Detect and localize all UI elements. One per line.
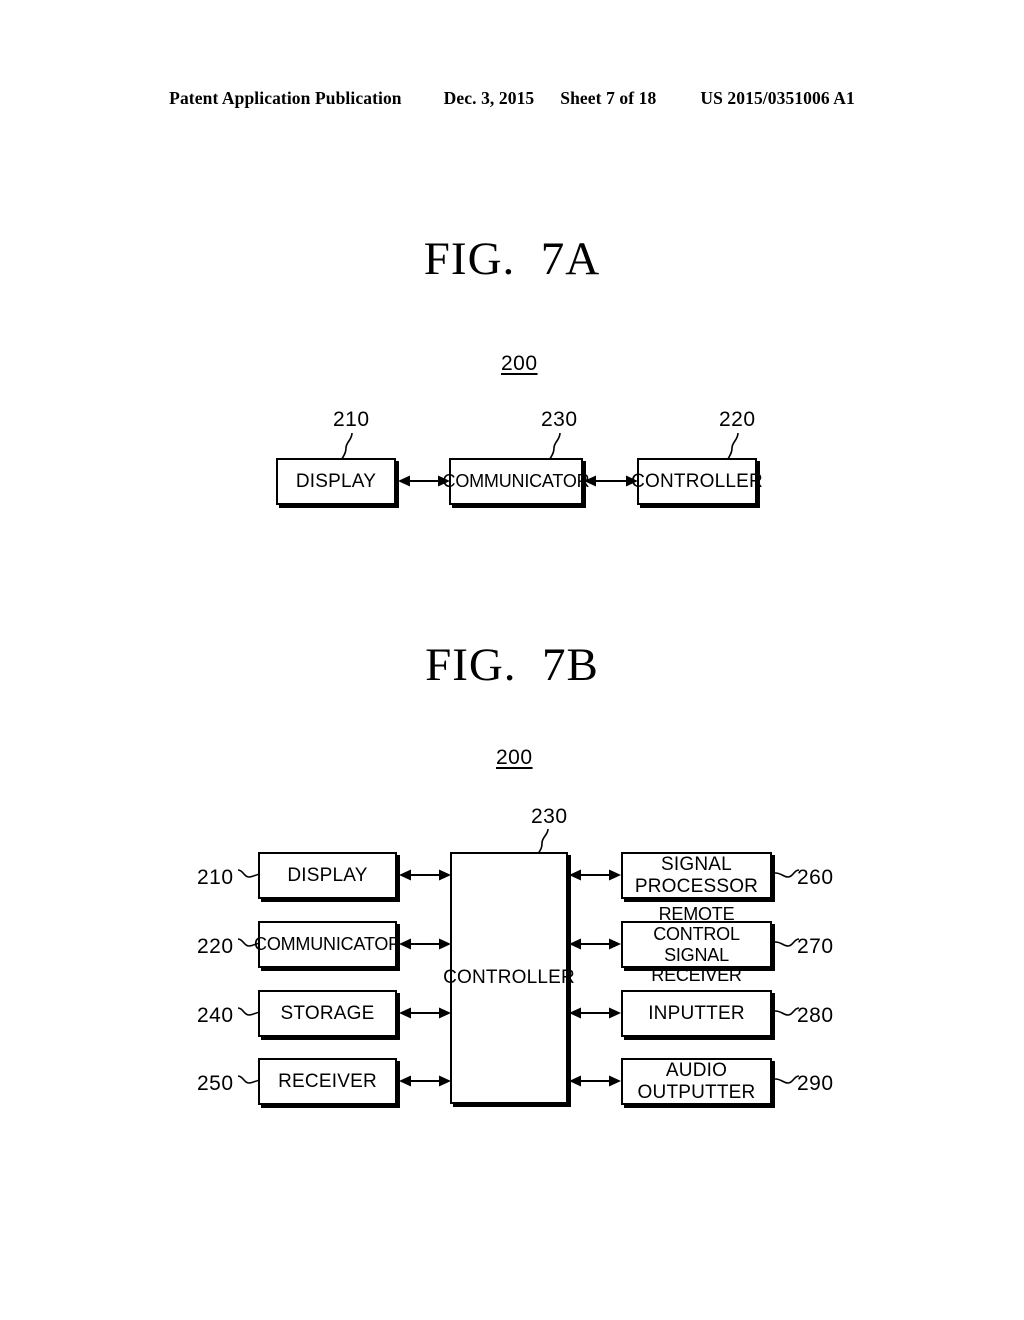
fig7a-block-controller[interactable]: CONTROLLER xyxy=(631,458,763,505)
fig7b-block-signal-processor[interactable]: SIGNAL PROCESSOR xyxy=(621,852,772,899)
header-sheet: Sheet 7 of 18 xyxy=(560,88,657,108)
figure-7a-title: FIG. 7A xyxy=(423,233,601,285)
fig7b-block-remote-control-signal-receiver[interactable]: REMOTE CONTROL SIGNAL RECEIVER xyxy=(621,904,772,985)
fig7b-arrow-controller-inputter xyxy=(569,1007,621,1019)
fig7b-system-ref-200: 200 xyxy=(496,746,533,769)
fig7b-block-display[interactable]: DISPLAY xyxy=(258,852,397,899)
fig7a-system-ref-200: 200 xyxy=(501,352,538,375)
fig7b-block-storage[interactable]: STORAGE xyxy=(258,990,397,1037)
fig7b-ref-220: 220 xyxy=(197,935,234,958)
fig7b-ref-250: 250 xyxy=(197,1072,234,1095)
fig7b-ref-210: 210 xyxy=(197,866,234,889)
figure-7b-title: FIG. 7B xyxy=(425,639,599,691)
fig7b-block-communicator[interactable]: COMMUNICATOR xyxy=(254,921,401,968)
fig7b-arrow-controller-signal-processor xyxy=(569,869,621,881)
fig7a-block-communicator[interactable]: COMMUNICATOR xyxy=(443,458,590,505)
fig7b-ref-240: 240 xyxy=(197,1004,234,1027)
fig7b-leader-230 xyxy=(537,828,549,855)
header-date: Dec. 3, 2015 xyxy=(443,88,535,108)
fig7b-ref-260: 260 xyxy=(797,866,834,889)
fig7b-arrow-receiver-controller xyxy=(399,1075,451,1087)
fig7b-arrow-display-controller xyxy=(399,869,451,881)
fig7b-block-audio-outputter[interactable]: AUDIO OUTPUTTER xyxy=(621,1058,772,1105)
header-patent-number: US 2015/0351006 A1 xyxy=(700,88,855,108)
fig7b-block-receiver[interactable]: RECEIVER xyxy=(258,1058,397,1105)
fig7b-arrow-controller-remote-control-signal-receiver xyxy=(569,938,621,950)
fig7a-arrow-communicator-controller xyxy=(584,475,638,487)
fig7b-ref-270: 270 xyxy=(797,935,834,958)
fig7a-arrow-display-communicator xyxy=(398,475,450,487)
header-publication: Patent Application Publication xyxy=(169,88,402,108)
fig7a-block-display[interactable]: DISPLAY xyxy=(276,458,396,505)
fig7a-ref-210: 210 xyxy=(333,408,370,431)
fig7b-ref-280: 280 xyxy=(797,1004,834,1027)
fig7b-ref-290: 290 xyxy=(797,1072,834,1095)
fig7b-arrow-communicator-controller xyxy=(399,938,451,950)
fig7b-ref-230: 230 xyxy=(531,805,568,828)
fig7b-arrow-controller-audio-outputter xyxy=(569,1075,621,1087)
fig7a-ref-230: 230 xyxy=(541,408,578,431)
fig7a-ref-220: 220 xyxy=(719,408,756,431)
fig7b-block-inputter[interactable]: INPUTTER xyxy=(621,990,772,1037)
page-header: Patent Application Publication Dec. 3, 2… xyxy=(0,88,1024,109)
fig7b-arrow-storage-controller xyxy=(399,1007,451,1019)
fig7b-block-controller[interactable]: CONTROLLER xyxy=(443,852,575,1104)
